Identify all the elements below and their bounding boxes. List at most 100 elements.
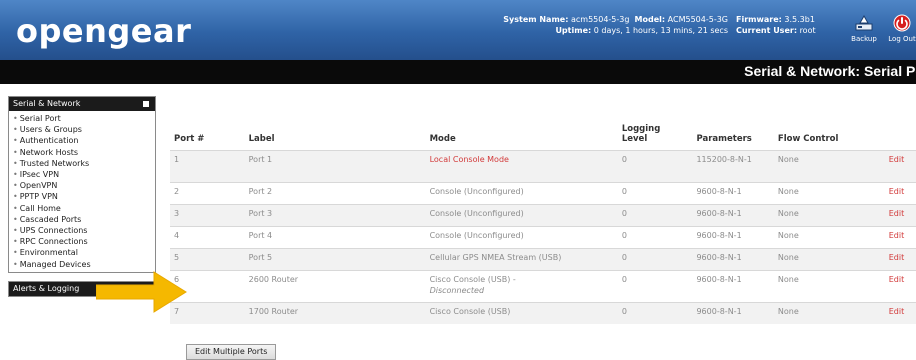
parameters-cell: 9600-8-N-1 bbox=[692, 301, 774, 324]
sidebar-item-openvpn[interactable]: • OpenVPN bbox=[13, 180, 155, 191]
sidebar-item-label: Environmental bbox=[19, 248, 78, 258]
sidebar-item-label: Serial Port bbox=[19, 114, 61, 123]
sidebar-item-trusted-networks[interactable]: • Trusted Networks bbox=[13, 158, 155, 169]
bullet-icon: • bbox=[13, 114, 18, 123]
edit-link[interactable]: Edit bbox=[884, 149, 916, 182]
bullet-icon: • bbox=[13, 237, 18, 247]
sidebar-item-label: Cascaded Ports bbox=[19, 214, 82, 224]
backup-button[interactable]: Backup bbox=[846, 14, 882, 54]
table-row: 6 2600 Router Cisco Console (USB) - Disc… bbox=[170, 269, 916, 302]
logout-button[interactable]: Log Out bbox=[884, 14, 916, 54]
column-header-port: Port # bbox=[174, 133, 205, 144]
edit-link[interactable]: Edit bbox=[884, 301, 916, 324]
sidebar-item-ipsec-vpn[interactable]: • IPsec VPN bbox=[13, 169, 155, 180]
edit-multiple-ports-button[interactable]: Edit Multiple Ports bbox=[186, 344, 277, 360]
column-header-logging-level: Logging Level bbox=[621, 123, 661, 144]
port-mode-status: Disconnected bbox=[429, 285, 485, 295]
port-mode-text: Cisco Console (USB) - bbox=[429, 274, 516, 284]
logout-label: Log Out bbox=[888, 35, 916, 43]
column-header-mode: Mode bbox=[429, 133, 456, 144]
sidebar-item-rpc-connections[interactable]: • RPC Connections bbox=[13, 236, 155, 247]
sidebar-nav-list: • Serial Port • Users & Groups • Authentica… bbox=[9, 111, 155, 272]
parameters-cell: 9600-8-N-1 bbox=[692, 203, 774, 226]
power-icon bbox=[893, 14, 911, 32]
edit-link[interactable]: Edit bbox=[884, 181, 916, 204]
collapse-icon[interactable] bbox=[143, 101, 149, 107]
flow-control-cell: None bbox=[773, 149, 885, 182]
system-info-right: Firmware: 3.5.3b1 Current User: root bbox=[736, 14, 816, 36]
sidebar-item-users-groups[interactable]: • Users & Groups bbox=[13, 124, 155, 135]
system-name-label: System Name: bbox=[503, 15, 569, 24]
edit-link[interactable]: Edit bbox=[884, 225, 916, 248]
parameters-cell: 9600-8-N-1 bbox=[692, 269, 774, 302]
app-header: opengear System Name: acm5504-5-3g Model… bbox=[0, 0, 916, 60]
sidebar: Serial & Network • Serial Port • Users & G… bbox=[8, 96, 156, 297]
table-row: 1 Port 1 Local Console Mode 0 115200-8-N… bbox=[170, 149, 916, 182]
logging-level-cell: 0 bbox=[617, 225, 693, 248]
sidebar-section-title: Serial & Network bbox=[13, 99, 81, 108]
sidebar-item-authentication[interactable]: • Authentication bbox=[13, 135, 155, 146]
port-mode-cell: Console (Unconfigured) bbox=[425, 225, 618, 248]
flow-control-cell: None bbox=[773, 247, 885, 270]
uptime-value: 0 days, 1 hours, 13 mins, 21 secs bbox=[593, 26, 728, 35]
sidebar-item-label: RPC Connections bbox=[19, 237, 88, 247]
bullet-icon: • bbox=[13, 259, 18, 269]
column-header-parameters: Parameters bbox=[696, 133, 752, 144]
port-label-cell: Port 1 bbox=[244, 149, 426, 182]
parameters-cell: 115200-8-N-1 bbox=[692, 149, 774, 182]
backup-icon bbox=[855, 14, 873, 31]
sidebar-item-label: PPTP VPN bbox=[19, 192, 58, 202]
sidebar-item-network-hosts[interactable]: • Network Hosts bbox=[13, 147, 155, 158]
opengear-logo[interactable]: opengear bbox=[16, 12, 191, 50]
sidebar-item-label: Users & Groups bbox=[19, 125, 82, 135]
port-label-cell: Port 5 bbox=[244, 247, 426, 270]
model-value: ACM5504-5-3G bbox=[667, 15, 728, 24]
port-number-cell: 1 bbox=[170, 149, 245, 182]
table-row: 7 1700 Router Cisco Console (USB) 0 9600… bbox=[170, 301, 916, 324]
table-header-row: Port # Label Mode Logging Level Paramete… bbox=[170, 112, 916, 150]
yellow-arrow-icon bbox=[96, 271, 187, 313]
column-header-edit bbox=[885, 112, 916, 150]
table-row: 3 Port 3 Console (Unconfigured) 0 9600-8… bbox=[170, 203, 916, 226]
table-row: 4 Port 4 Console (Unconfigured) 0 9600-8… bbox=[170, 225, 916, 248]
parameters-cell: 9600-8-N-1 bbox=[692, 225, 774, 248]
sidebar-item-serial-port[interactable]: • Serial Port bbox=[13, 113, 155, 124]
table-row: 2 Port 2 Console (Unconfigured) 0 9600-8… bbox=[170, 181, 916, 204]
bullet-icon: • bbox=[13, 214, 18, 224]
parameters-cell: 9600-8-N-1 bbox=[692, 247, 774, 270]
flow-control-cell: None bbox=[773, 181, 885, 204]
bullet-icon: • bbox=[13, 125, 18, 135]
edit-link[interactable]: Edit bbox=[884, 247, 916, 270]
port-label-cell: Port 3 bbox=[244, 203, 426, 226]
edit-link[interactable]: Edit bbox=[884, 203, 916, 226]
port-mode-cell: Console (Unconfigured) bbox=[425, 203, 618, 226]
current-user-label: Current User: bbox=[736, 26, 798, 35]
sidebar-item-label: Trusted Networks bbox=[19, 158, 90, 168]
bullet-icon: • bbox=[13, 248, 18, 258]
sidebar-item-environmental[interactable]: • Environmental bbox=[13, 247, 155, 258]
bullet-icon: • bbox=[13, 147, 18, 157]
backup-label: Backup bbox=[851, 35, 877, 43]
sidebar-item-call-home[interactable]: • Call Home bbox=[13, 203, 155, 214]
sidebar-item-label: Network Hosts bbox=[19, 147, 79, 157]
sidebar-section-header[interactable]: Serial & Network bbox=[9, 97, 155, 111]
serial-ports-panel: Port # Label Mode Logging Level Paramete… bbox=[170, 112, 916, 324]
sidebar-section2-title: Alerts & Logging bbox=[13, 283, 80, 293]
column-header-label: Label bbox=[248, 133, 275, 144]
sidebar-item-label: Authentication bbox=[19, 136, 79, 146]
serial-ports-table: Port # Label Mode Logging Level Paramete… bbox=[170, 112, 916, 324]
firmware-value: 3.5.3b1 bbox=[784, 15, 815, 24]
bullet-icon: • bbox=[13, 203, 18, 213]
logging-level-cell: 0 bbox=[617, 269, 693, 302]
bullet-icon: • bbox=[13, 170, 18, 180]
sidebar-item-cascaded-ports[interactable]: • Cascaded Ports bbox=[13, 214, 155, 225]
edit-link[interactable]: Edit bbox=[884, 269, 916, 302]
sidebar-panel-serial-network: Serial & Network • Serial Port • Users & G… bbox=[8, 96, 156, 273]
sidebar-item-pptp-vpn[interactable]: • PPTP VPN bbox=[13, 191, 155, 202]
sidebar-item-ups-connections[interactable]: • UPS Connections bbox=[13, 225, 155, 236]
sidebar-item-label: UPS Connections bbox=[19, 226, 88, 236]
system-info-left: System Name: acm5504-5-3g Model: ACM5504… bbox=[460, 14, 728, 36]
flow-control-cell: None bbox=[773, 301, 885, 324]
model-label: Model: bbox=[634, 15, 666, 24]
port-label-cell: 2600 Router bbox=[244, 269, 426, 302]
